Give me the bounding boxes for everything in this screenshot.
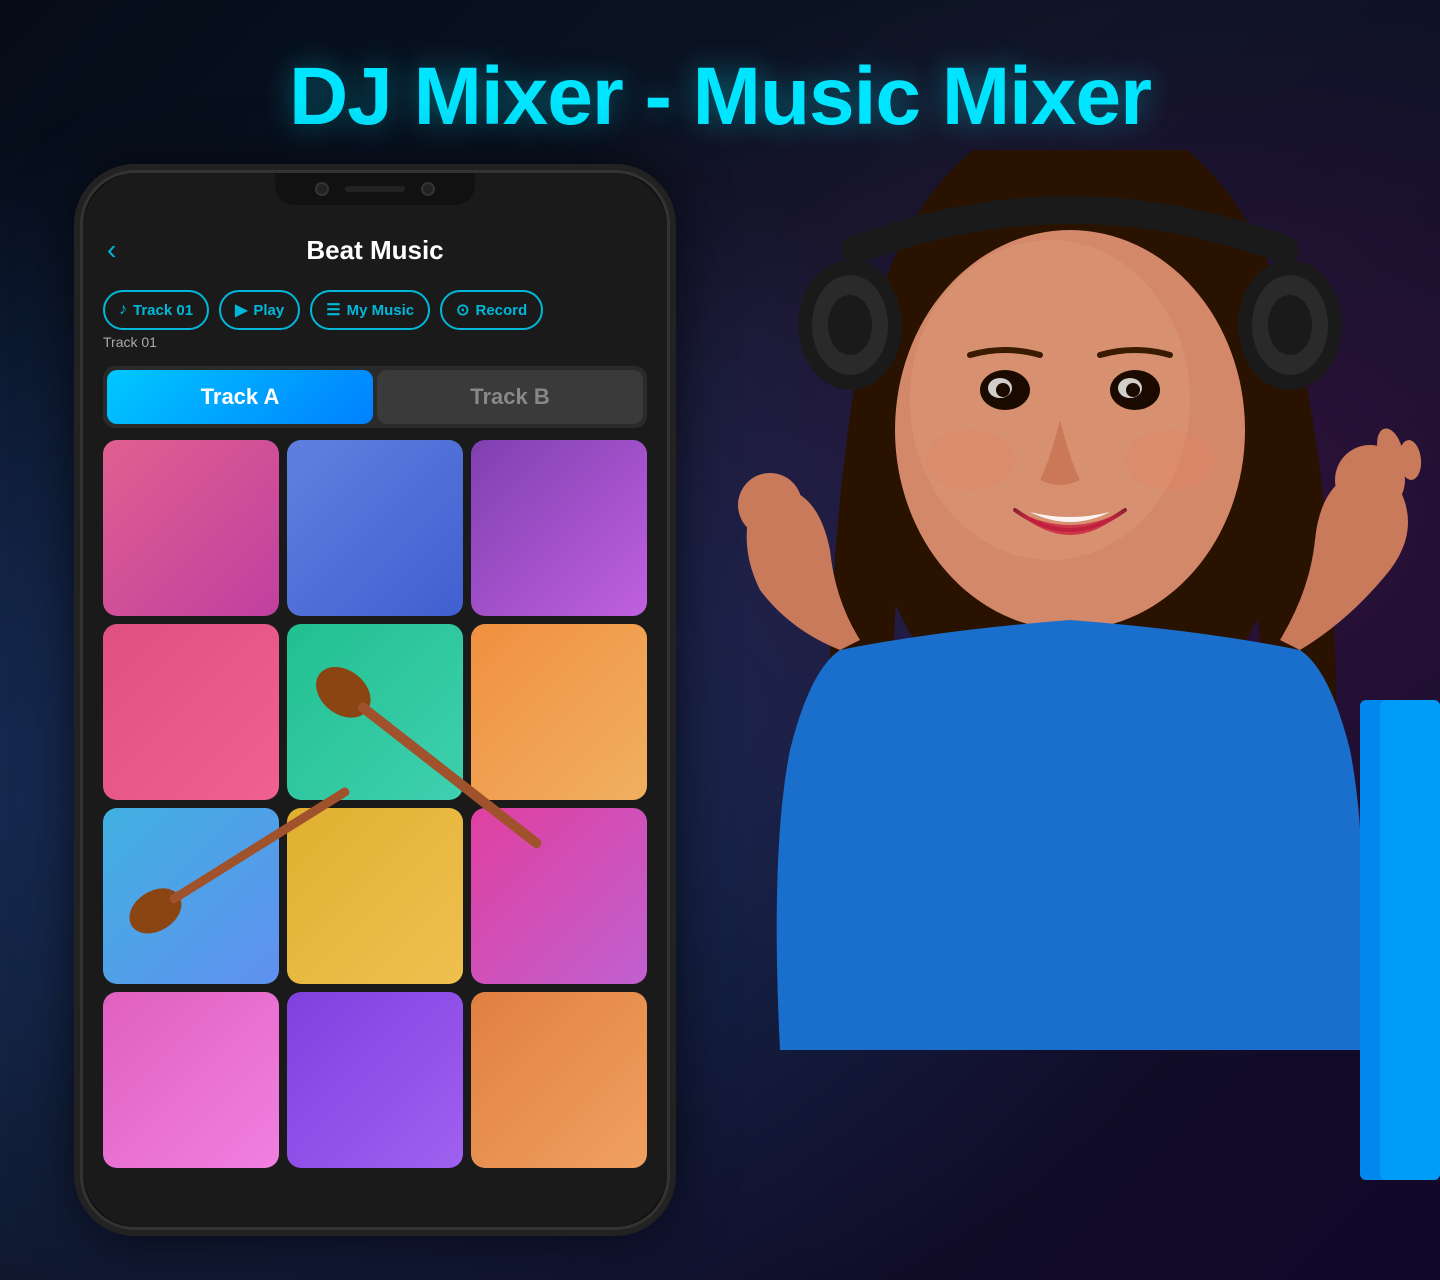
- play-button[interactable]: ▶ Play: [219, 290, 300, 330]
- record-btn-label: Record: [476, 302, 528, 319]
- pad-11[interactable]: [287, 992, 463, 1168]
- woman-figure: [660, 150, 1440, 1260]
- notch-speaker: [345, 186, 405, 192]
- main-title: DJ Mixer - Music Mixer: [0, 50, 1440, 144]
- app-title: Beat Music: [306, 235, 443, 266]
- track-toggle: Track A Track B: [103, 366, 647, 428]
- pads-grid: [83, 440, 667, 1168]
- pad-1[interactable]: [103, 440, 279, 616]
- track-tab-b[interactable]: Track B: [377, 370, 643, 424]
- record-icon: ⊙: [456, 300, 469, 320]
- play-btn-label: Play: [253, 302, 284, 319]
- track-button[interactable]: ♪ Track 01: [103, 290, 209, 330]
- track-tab-a[interactable]: Track A: [107, 370, 373, 424]
- track-btn-label: Track 01: [133, 302, 193, 319]
- my-music-button[interactable]: ☰ My Music: [310, 290, 430, 330]
- phone-notch: [275, 173, 475, 205]
- record-button[interactable]: ⊙ Record: [440, 290, 543, 330]
- pad-2[interactable]: [287, 440, 463, 616]
- pad-4[interactable]: [103, 624, 279, 800]
- my-music-btn-label: My Music: [347, 302, 415, 319]
- track-label: Track 01: [83, 330, 667, 354]
- my-music-icon: ☰: [326, 300, 340, 320]
- play-icon: ▶: [235, 300, 247, 320]
- music-note-icon: ♪: [119, 301, 127, 319]
- notch-camera-2: [421, 182, 435, 196]
- app-toolbar: ♪ Track 01 ▶ Play ☰ My Music ⊙ Record: [83, 282, 667, 330]
- pad-3[interactable]: [471, 440, 647, 616]
- app-header: ‹ Beat Music: [83, 218, 667, 282]
- pad-12[interactable]: [471, 992, 647, 1168]
- back-button[interactable]: ‹: [107, 234, 116, 266]
- pad-10[interactable]: [103, 992, 279, 1168]
- notch-camera: [315, 182, 329, 196]
